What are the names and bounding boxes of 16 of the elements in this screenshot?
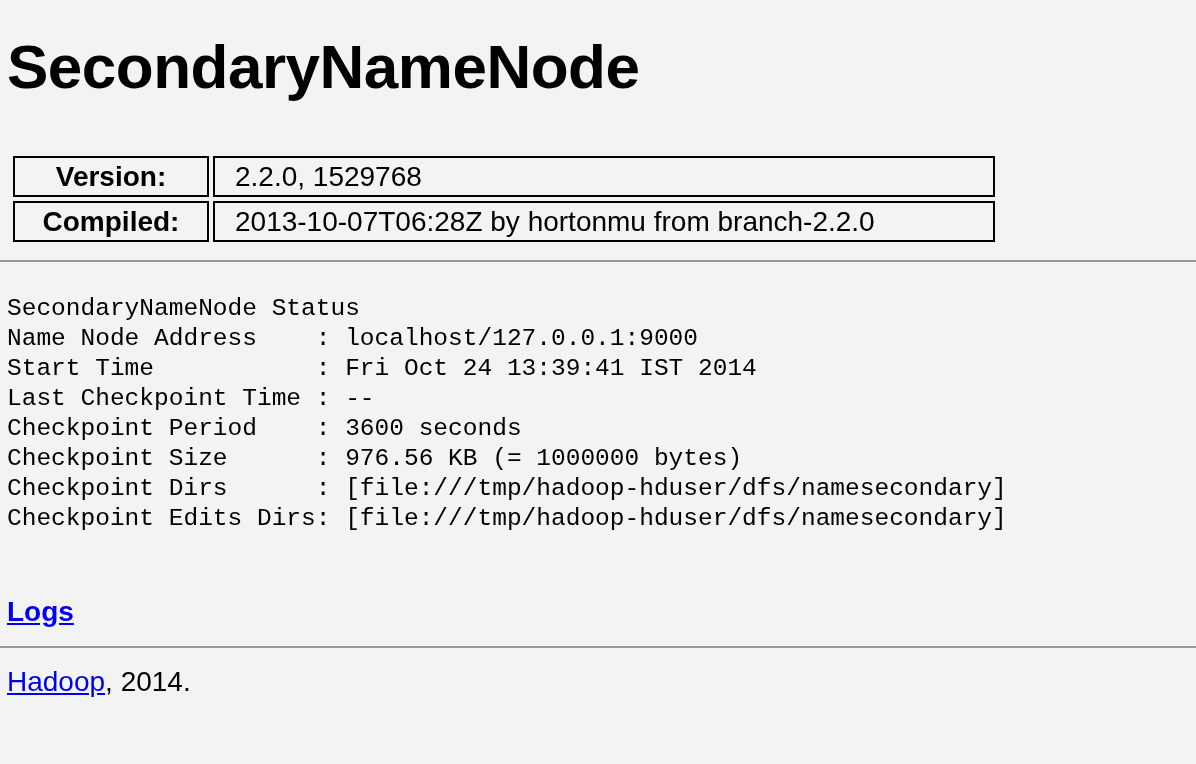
status-line: Checkpoint Period : 3600 seconds — [7, 414, 523, 444]
table-cell: 2013-10-07T06:28Z by hortonmu from branch-2.2.0 — [213, 201, 995, 242]
status-line: SecondaryNameNode Status — [7, 294, 361, 324]
status-line: Start Time : Fri Oct 24 13:39:41 IST 2014 — [7, 354, 758, 384]
table-header-cell: Compiled: — [13, 201, 209, 242]
page-title: SecondaryNameNode — [7, 31, 641, 103]
status-line: Checkpoint Size : 976.56 KB (= 1000000 bytes) — [7, 444, 744, 474]
table-cell: 2.2.0, 1529768 — [213, 156, 995, 197]
status-line: Name Node Address : localhost/127.0.0.1:9000 — [7, 324, 699, 354]
footer-text: , 2014. — [105, 666, 191, 698]
logs-link[interactable]: Logs — [7, 596, 74, 628]
status-line: Checkpoint Dirs : [file:///tmp/hadoop-hduser/dfs/namesecondary] — [7, 474, 1008, 504]
status-line: Last Checkpoint Time : -- — [7, 384, 376, 414]
table-header-cell: Version: — [13, 156, 209, 197]
hadoop-link[interactable]: Hadoop — [7, 666, 106, 698]
status-line: Checkpoint Edits Dirs: [file:///tmp/hadoop-hduser/dfs/namesecondary] — [7, 504, 1008, 534]
